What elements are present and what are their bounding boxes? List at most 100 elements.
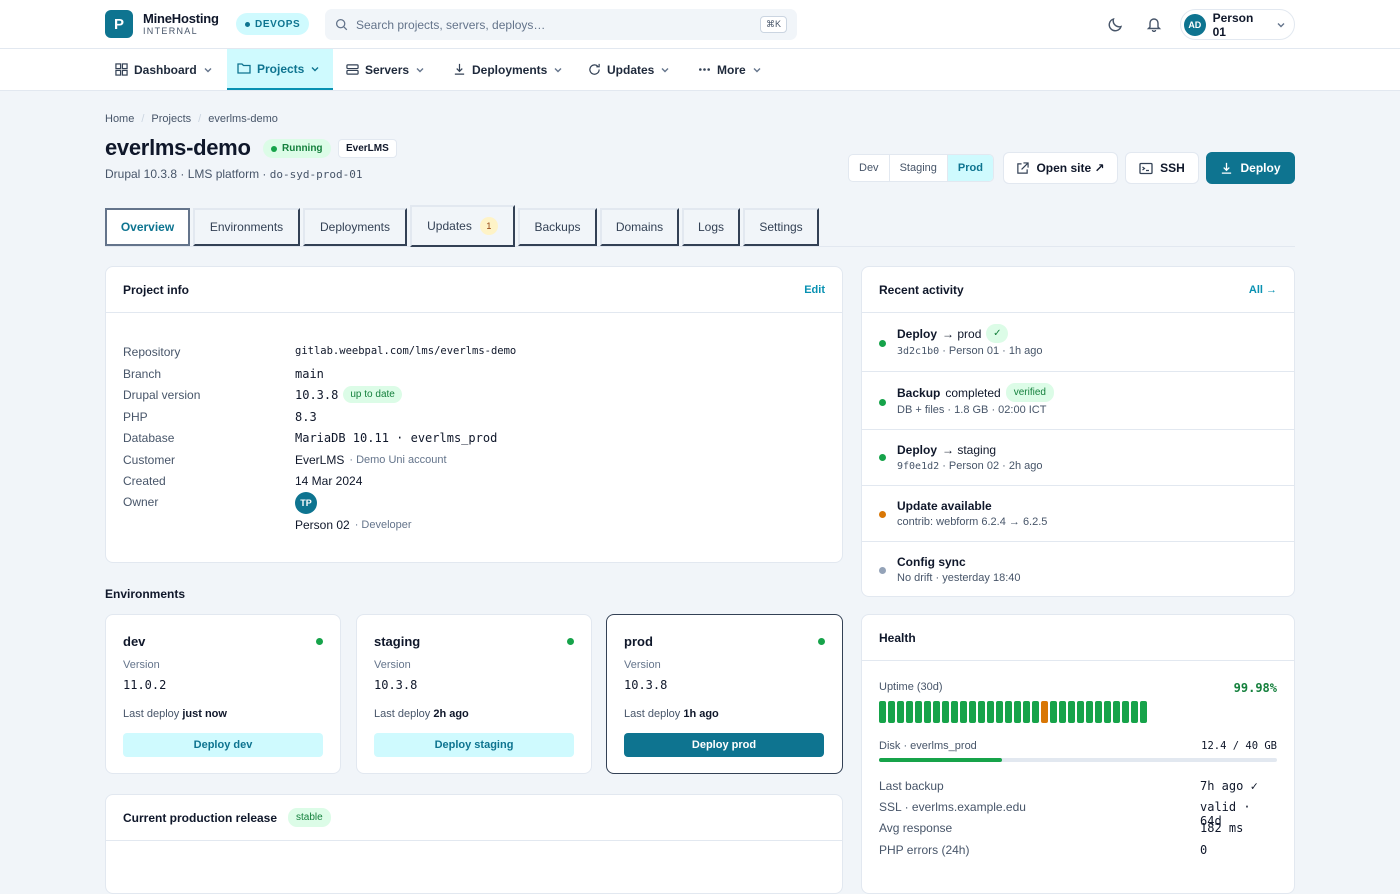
nav-servers[interactable]: Servers (336, 49, 435, 90)
env-card-dev: dev Version 11.0.2 Last deploy just now … (105, 614, 341, 774)
tab-logs[interactable]: Logs (682, 208, 740, 246)
nav-deployments[interactable]: Deployments (443, 49, 573, 90)
deploy-button[interactable]: Deploy (1206, 152, 1295, 184)
uptime-day-bar (1104, 701, 1111, 723)
health-value: 0 (1200, 843, 1208, 857)
activity-item[interactable]: Update available contrib: webform 6.2.4 … (862, 487, 1294, 542)
activity-item[interactable]: Backup completed verified DB + files · 1.8… (862, 373, 1294, 430)
activity-sub: 9f0e1d2 · Person 02 · 2h ago (897, 460, 1043, 472)
env-version: 10.3.8 (624, 678, 668, 692)
activity-item[interactable]: Config sync No drift · yesterday 18:40 (862, 543, 1294, 596)
activity-meta: · Person 02 · 2h ago (939, 460, 1043, 472)
status-dot-icon (818, 638, 825, 645)
health-label: PHP errors (24h) (879, 843, 970, 857)
breadcrumb-home[interactable]: Home (105, 113, 134, 125)
tab-settings[interactable]: Settings (743, 208, 819, 246)
search-input[interactable] (356, 17, 752, 32)
uptime-day-bar (1140, 701, 1147, 723)
last-deploy-label: Last deploy (123, 708, 180, 720)
open-site-button[interactable]: Open site ↗ (1003, 152, 1118, 184)
uptime-value: 99.98% (1233, 681, 1277, 695)
activity-title: Deploy → prod ✓ (897, 324, 1009, 343)
nav-updates[interactable]: Updates (578, 49, 680, 90)
status-dot-icon (879, 454, 886, 461)
activity-item[interactable]: Deploy → prod ✓ 3d2c1b0 · Person 01 · 1h a… (862, 314, 1294, 372)
more-icon (698, 63, 711, 76)
tab-domains[interactable]: Domains (600, 208, 679, 246)
deploy-staging-button[interactable]: Deploy staging (374, 733, 574, 757)
tab-label: Logs (697, 220, 725, 234)
nav-label: Deployments (472, 62, 548, 77)
tab-overview[interactable]: Overview (105, 208, 190, 246)
tab-environments[interactable]: Environments (193, 208, 300, 246)
activity-item[interactable]: Deploy → staging 9f0e1d2 · Person 02 · 2h… (862, 431, 1294, 486)
search-box[interactable]: ⌘K (325, 9, 797, 40)
database-value: MariaDB 10.11 · everlms_prod (295, 431, 498, 445)
check-badge: ✓ (986, 324, 1009, 343)
breadcrumb-projects[interactable]: Projects (151, 113, 191, 125)
brand-name: MineHosting (143, 11, 219, 26)
repository-value[interactable]: gitlab.weebpal.com/lms/everlms-demo (295, 345, 516, 357)
edit-link[interactable]: Edit (804, 284, 825, 296)
uptime-day-bar (960, 701, 967, 723)
activity-action: Update available (897, 499, 992, 513)
health-label: SSL · everlms.example.edu (879, 800, 1026, 814)
info-label: Branch (123, 367, 162, 381)
project-host: do-syd-prod-01 (269, 168, 363, 181)
card-title: Project info (123, 282, 190, 297)
chevron-down-icon (752, 65, 762, 75)
current-release-card: Current production release stable (105, 794, 843, 894)
deploy-dev-button[interactable]: Deploy dev (123, 733, 323, 757)
tab-label: Backups (534, 220, 581, 234)
nav-dashboard[interactable]: Dashboard (105, 49, 223, 90)
env-card-prod: prod Version 10.3.8 Last deploy 1h ago D… (606, 614, 843, 774)
uptime-day-bar (1050, 701, 1057, 723)
project-subline: Drupal 10.3.8 · LMS platform · do-syd-pr… (105, 167, 362, 181)
env-switch-dev[interactable]: Dev (849, 155, 890, 181)
last-deploy: Last deploy 1h ago (624, 708, 719, 720)
main-nav: Dashboard Projects Servers Deployments U… (0, 49, 1400, 91)
uptime-day-bar (1113, 701, 1120, 723)
verified-badge: verified (1005, 383, 1054, 402)
activity-title: Backup completed verified (897, 383, 1054, 402)
project-meta: Drupal 10.3.8 · LMS platform · (105, 167, 270, 181)
customer-name[interactable]: EverLMS (295, 453, 344, 467)
status-badge: Running (263, 139, 331, 158)
env-switch-prod[interactable]: Prod (947, 155, 993, 181)
app-logo[interactable]: P (105, 10, 133, 38)
activity-meta: contrib: webform 6.2.4 → 6.2.5 (897, 516, 1048, 528)
tab-label: Overview (120, 220, 175, 234)
tab-updates[interactable]: Updates 1 (410, 205, 515, 247)
env-switch-staging[interactable]: Staging (890, 155, 948, 181)
activity-detail: completed (945, 385, 1001, 400)
activity-meta: No drift · yesterday 18:40 (897, 572, 1021, 584)
version-label: Version (123, 659, 160, 671)
version-label: Version (624, 659, 661, 671)
env-name: staging (374, 634, 421, 649)
deploy-prod-button[interactable]: Deploy prod (624, 733, 824, 757)
nav-more[interactable]: More (688, 49, 772, 90)
dark-mode-toggle-icon[interactable] (1106, 14, 1126, 34)
tab-deployments[interactable]: Deployments (303, 208, 407, 246)
last-deploy-value: 1h ago (683, 708, 719, 720)
tabs-divider (105, 246, 1295, 247)
nav-projects[interactable]: Projects (227, 49, 333, 90)
logo-letter: P (113, 15, 124, 33)
section-title: Environments (105, 587, 186, 601)
owner-name[interactable]: Person 02 (295, 518, 350, 532)
health-value: 7h ago ✓ (1200, 779, 1258, 793)
ssh-button[interactable]: SSH (1125, 152, 1199, 184)
info-label: Created (123, 474, 166, 488)
view-all-link[interactable]: All → (1249, 284, 1277, 296)
env-name: prod (624, 634, 653, 649)
user-menu[interactable]: AD Person 01 (1180, 9, 1295, 40)
drupal-version: 10.3.8 (295, 387, 339, 402)
notification-bell-icon[interactable] (1144, 14, 1164, 34)
tab-backups[interactable]: Backups (518, 208, 597, 246)
owner-value: Person 02 · Developer (295, 518, 412, 532)
uptime-day-bar (1131, 701, 1138, 723)
recent-activity-card: Recent activity All → Deploy → prod ✓ 3d2c… (861, 266, 1295, 597)
avatar: AD (1184, 13, 1206, 36)
tab-label: Deployments (319, 220, 391, 234)
server-icon (346, 63, 359, 76)
